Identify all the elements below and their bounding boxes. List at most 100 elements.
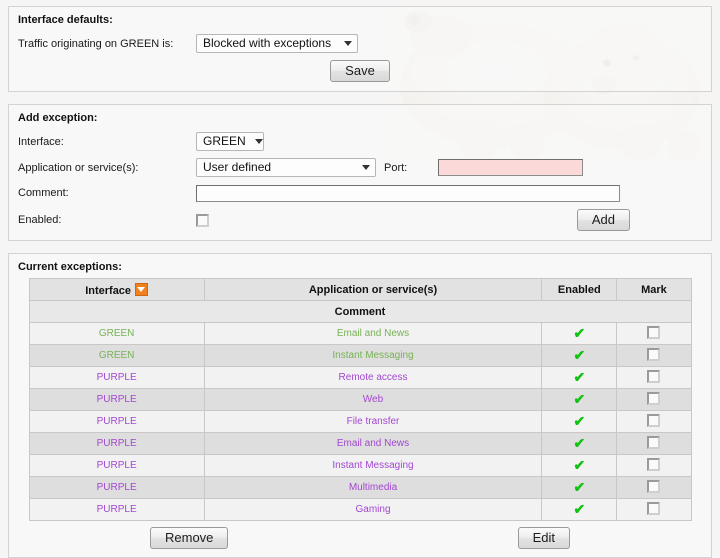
- add-exception-panel: Add exception: Interface: GREEN Applicat…: [8, 104, 712, 241]
- column-header-comment: Comment: [29, 301, 691, 323]
- table-row[interactable]: PURPLEMultimedia✔: [29, 477, 691, 499]
- cell-interface: PURPLE: [29, 477, 204, 499]
- mark-checkbox[interactable]: [647, 326, 660, 339]
- interface-select[interactable]: GREEN: [196, 132, 264, 151]
- remove-button[interactable]: Remove: [150, 527, 228, 549]
- cell-service: File transfer: [204, 411, 542, 433]
- comment-label: Comment:: [18, 187, 196, 199]
- enabled-checkbox[interactable]: [196, 214, 209, 227]
- mark-checkbox[interactable]: [647, 436, 660, 449]
- enabled-label: Enabled:: [18, 214, 196, 226]
- cell-service: Web: [204, 389, 542, 411]
- save-button[interactable]: Save: [330, 60, 390, 82]
- interface-row: Interface: GREEN: [18, 132, 702, 151]
- check-icon: ✔: [573, 457, 585, 473]
- table-row[interactable]: GREENEmail and News ✔: [29, 323, 691, 345]
- check-icon: ✔: [573, 391, 585, 407]
- cell-interface: GREEN: [29, 323, 204, 345]
- service-select[interactable]: User defined: [196, 158, 376, 177]
- port-label: Port:: [384, 162, 407, 174]
- cell-service: Remote access: [204, 367, 542, 389]
- chevron-down-icon: [255, 139, 263, 144]
- column-header-mark[interactable]: Mark: [617, 279, 691, 301]
- save-row: Save: [18, 60, 702, 82]
- cell-mark: [617, 433, 691, 455]
- cell-enabled[interactable]: ✔: [542, 499, 617, 521]
- column-header-enabled[interactable]: Enabled: [542, 279, 617, 301]
- service-select-value: User defined: [203, 159, 271, 176]
- service-label: Application or service(s):: [18, 162, 196, 174]
- mark-checkbox[interactable]: [647, 414, 660, 427]
- cell-mark: [617, 455, 691, 477]
- add-exception-title: Add exception:: [18, 112, 702, 124]
- cell-enabled[interactable]: ✔: [542, 345, 617, 367]
- cell-interface: PURPLE: [29, 389, 204, 411]
- default-policy-select[interactable]: Blocked with exceptions: [196, 34, 358, 53]
- check-icon: ✔: [573, 479, 585, 495]
- port-input[interactable]: [438, 159, 583, 176]
- cell-interface: PURPLE: [29, 433, 204, 455]
- service-row: Application or service(s): User defined …: [18, 158, 702, 177]
- cell-enabled[interactable]: ✔: [542, 367, 617, 389]
- table-row[interactable]: PURPLEGaming✔: [29, 499, 691, 521]
- cell-mark: [617, 345, 691, 367]
- default-policy-value: Blocked with exceptions: [203, 35, 331, 52]
- cell-interface: PURPLE: [29, 367, 204, 389]
- cell-enabled[interactable]: ✔: [542, 411, 617, 433]
- cell-service: Email and News: [204, 323, 542, 345]
- comment-input[interactable]: [196, 185, 620, 202]
- mark-checkbox[interactable]: [647, 370, 660, 383]
- table-row[interactable]: PURPLEFile transfer ✔: [29, 411, 691, 433]
- interface-defaults-panel: Interface defaults: Traffic originating …: [8, 6, 712, 92]
- add-button[interactable]: Add: [577, 209, 630, 231]
- table-subheader-row: Comment: [29, 301, 691, 323]
- interface-defaults-title: Interface defaults:: [18, 14, 702, 26]
- mark-checkbox[interactable]: [647, 502, 660, 515]
- check-icon: ✔: [573, 413, 585, 429]
- table-header-row: Interface Application or service(s) Enab…: [29, 279, 691, 301]
- check-icon: ✔: [573, 325, 585, 341]
- cell-interface: PURPLE: [29, 455, 204, 477]
- edit-button[interactable]: Edit: [518, 527, 570, 549]
- cell-enabled[interactable]: ✔: [542, 455, 617, 477]
- sort-descending-icon[interactable]: [135, 283, 148, 296]
- cell-mark: [617, 367, 691, 389]
- traffic-policy-label: Traffic originating on GREEN is:: [18, 38, 196, 50]
- cell-enabled[interactable]: ✔: [542, 477, 617, 499]
- cell-mark: [617, 323, 691, 345]
- comment-row: Comment:: [18, 184, 702, 202]
- exceptions-table: Interface Application or service(s) Enab…: [29, 278, 692, 521]
- cell-enabled[interactable]: ✔: [542, 323, 617, 345]
- current-exceptions-title: Current exceptions:: [18, 261, 702, 273]
- current-exceptions-panel: Current exceptions: Interface Applicatio…: [8, 253, 712, 558]
- cell-mark: [617, 499, 691, 521]
- mark-checkbox[interactable]: [647, 348, 660, 361]
- table-row[interactable]: PURPLEWeb ✔: [29, 389, 691, 411]
- mark-checkbox[interactable]: [647, 392, 660, 405]
- cell-service: Instant Messaging: [204, 455, 542, 477]
- interface-label: Interface:: [18, 136, 196, 148]
- exceptions-table-head: Interface Application or service(s) Enab…: [29, 279, 691, 323]
- mark-checkbox[interactable]: [647, 480, 660, 493]
- check-icon: ✔: [573, 435, 585, 451]
- check-icon: ✔: [573, 347, 585, 363]
- table-actions: Remove Edit: [150, 527, 570, 549]
- firewall-outgoing-page: Interface defaults: Traffic originating …: [0, 0, 720, 558]
- cell-enabled[interactable]: ✔: [542, 389, 617, 411]
- table-row[interactable]: GREENInstant Messaging✔: [29, 345, 691, 367]
- column-header-service[interactable]: Application or service(s): [204, 279, 542, 301]
- table-row[interactable]: PURPLERemote access✔: [29, 367, 691, 389]
- exceptions-table-body: GREENEmail and News✔GREENInstant Messagi…: [29, 323, 691, 521]
- cell-interface: PURPLE: [29, 411, 204, 433]
- column-header-interface-label: Interface: [85, 285, 131, 297]
- enabled-row: Enabled: Add: [18, 209, 702, 231]
- mark-checkbox[interactable]: [647, 458, 660, 471]
- column-header-interface[interactable]: Interface: [29, 279, 204, 301]
- table-row[interactable]: PURPLEEmail and News✔: [29, 433, 691, 455]
- cell-mark: [617, 411, 691, 433]
- cell-interface: PURPLE: [29, 499, 204, 521]
- traffic-policy-row: Traffic originating on GREEN is: Blocked…: [18, 34, 702, 53]
- cell-enabled[interactable]: ✔: [542, 433, 617, 455]
- table-row[interactable]: PURPLEInstant Messaging ✔: [29, 455, 691, 477]
- cell-service: Gaming: [204, 499, 542, 521]
